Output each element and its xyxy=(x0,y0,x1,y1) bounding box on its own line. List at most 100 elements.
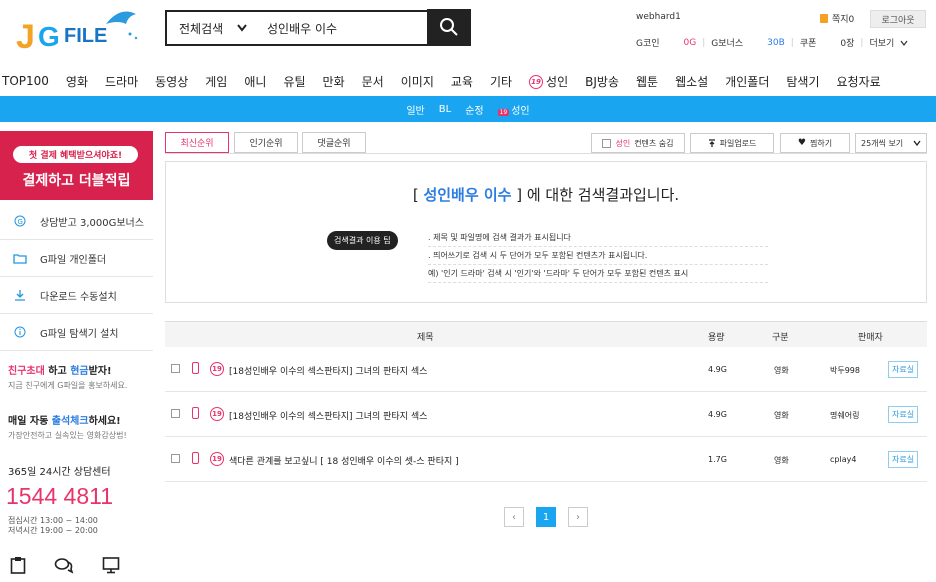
hide-adult-toggle[interactable]: 성인 컨텐츠 숨김 xyxy=(591,133,685,153)
row-seller: 명쉐어링 xyxy=(830,411,860,420)
promo-headline: 결제하고 더블적립 xyxy=(22,173,131,189)
page-1-button[interactable]: 1 xyxy=(536,507,556,527)
main-nav: TOP100 영화 드라마 동영상 게임 애니 유틸 만화 문서 이미지 교육 … xyxy=(0,68,936,94)
table-row[interactable]: 19 [18성인배우 이수의 섹스판타지] 그녀의 판타지 섹스 4.9G 영화… xyxy=(165,347,927,392)
gbonus-value: 30B xyxy=(767,37,785,48)
invite-friend-banner[interactable]: 친구초대 하고 현금받자! 지금 친구에게 G파일을 홍보하세요. xyxy=(8,362,127,391)
row-seller: cplay4 xyxy=(830,455,857,464)
chevron-down-icon xyxy=(913,140,921,146)
checkin-banner[interactable]: 매일 자동 출석체크하세요! 가장안전하고 실속있는 영화감상법! xyxy=(8,412,127,441)
nav-education[interactable]: 교육 xyxy=(451,73,473,90)
hide-adult-prefix: 성인 xyxy=(615,138,631,148)
tab-comments[interactable]: 댓글순위 xyxy=(302,132,366,153)
nav-util[interactable]: 유틸 xyxy=(283,73,305,90)
sidebar-item-explorer-install[interactable]: G파일 탐색기 설치 xyxy=(0,314,153,351)
subnav-sunjeong[interactable]: 순정 xyxy=(465,102,483,117)
table-row[interactable]: 19 색다른 관계를 보고싶니 [ 18 성인배우 이수의 셋-스 판타지 ] … xyxy=(165,437,927,482)
gcoin-value: 0G xyxy=(683,37,697,48)
nav-request[interactable]: 요청자료 xyxy=(837,73,881,90)
nav-personal-folder[interactable]: 개인폴더 xyxy=(725,73,769,90)
result-title-pre: [ xyxy=(412,186,424,204)
row-title[interactable]: [18성인배우 이수의 섹스판타지] 그녀의 판타지 섹스 xyxy=(229,364,427,377)
row-size: 4.9G xyxy=(708,410,727,419)
page-size-value: 25개씩 보기 xyxy=(861,138,904,148)
notes-link[interactable]: 쪽지0 xyxy=(820,12,854,25)
nav-bj[interactable]: BJ방송 xyxy=(585,73,619,90)
svg-text:FILE: FILE xyxy=(64,25,107,47)
nav-etc[interactable]: 기타 xyxy=(490,73,512,90)
nav-webtoon[interactable]: 웹툰 xyxy=(636,73,658,90)
monitor-icon[interactable] xyxy=(102,556,120,574)
mobile-icon xyxy=(192,407,199,419)
checkbox[interactable] xyxy=(602,138,612,148)
chat-icon[interactable] xyxy=(54,556,74,574)
invite-title-b: 하고 xyxy=(44,366,71,377)
row-title[interactable]: [18성인배우 이수의 섹스판타지] 그녀의 판타지 섹스 xyxy=(229,409,427,422)
row-checkbox[interactable] xyxy=(171,409,180,418)
nav-webnovel[interactable]: 웹소설 xyxy=(675,73,708,90)
nav-explorer[interactable]: 탐색기 xyxy=(786,73,819,90)
logout-button[interactable]: 로그아웃 xyxy=(870,10,926,28)
adult-19-icon: 19 xyxy=(210,407,224,421)
table-row[interactable]: 19 [18성인배우 이수의 섹스판타지] 그녀의 판타지 섹스 4.9G 영화… xyxy=(165,392,927,437)
row-badge[interactable]: 자료실 xyxy=(888,361,919,378)
page-size-select[interactable]: 25개씩 보기 xyxy=(855,133,927,153)
sidebar-item-consult-bonus[interactable]: G 상담받고 3,000G보너스 xyxy=(0,203,153,240)
chevron-down-icon xyxy=(237,24,247,32)
nav-image[interactable]: 이미지 xyxy=(401,73,434,90)
row-kind: 영화 xyxy=(774,411,789,420)
nav-top100[interactable]: TOP100 xyxy=(2,74,49,88)
nav-movie[interactable]: 영화 xyxy=(66,73,88,90)
row-checkbox[interactable] xyxy=(171,364,180,373)
row-badge[interactable]: 자료실 xyxy=(888,406,919,423)
note-icon xyxy=(820,14,828,23)
row-seller: 박두998 xyxy=(830,366,860,375)
checkin-subtitle: 가장안전하고 실속있는 영화감상법! xyxy=(8,431,127,440)
tab-latest[interactable]: 최신순위 xyxy=(165,132,229,153)
result-title: [ 성인배우 이수 ] 에 대한 검색결과입니다. xyxy=(166,184,926,205)
row-kind: 영화 xyxy=(774,456,789,465)
adult-19-icon: 19 xyxy=(210,362,224,376)
nav-anime[interactable]: 애니 xyxy=(244,73,266,90)
sidebar-item-personal-folder[interactable]: G파일 개인폴더 xyxy=(0,240,153,277)
tab-popular[interactable]: 인기순위 xyxy=(234,132,298,153)
col-title: 제목 xyxy=(417,333,434,343)
dinner-hours: 저녁시간 19:00 ~ 20:00 xyxy=(8,526,98,535)
result-keyword: 성인배우 이수 xyxy=(423,186,512,204)
prev-page-button[interactable]: ‹ xyxy=(504,507,524,527)
sidebar-item-manual-install[interactable]: 다운로드 수동설치 xyxy=(0,277,153,314)
notes-label: 쪽지0 xyxy=(832,15,855,25)
row-title[interactable]: 색다른 관계를 보고싶니 [ 18 성인배우 이수의 셋-스 판타지 ] xyxy=(229,454,459,467)
more-link[interactable]: 더보기 xyxy=(869,36,894,49)
gbonus-label: G보너스 xyxy=(711,39,744,49)
invite-title-d: 받자! xyxy=(88,366,112,377)
support-hours: 점심시간 13:00 ~ 14:00 저녁시간 19:00 ~ 20:00 xyxy=(8,516,98,536)
nav-comic[interactable]: 만화 xyxy=(323,73,345,90)
nav-adult[interactable]: 19 성인 xyxy=(529,73,568,90)
row-checkbox[interactable] xyxy=(171,454,180,463)
checkin-title-c: 하세요! xyxy=(88,416,121,427)
search-input[interactable]: 성인배우 이수 xyxy=(267,20,427,37)
search-button[interactable] xyxy=(427,9,471,45)
next-page-button[interactable]: › xyxy=(568,507,588,527)
svg-text:G: G xyxy=(18,218,23,226)
favorite-button[interactable]: ♥ 찜하기 xyxy=(780,133,850,153)
upload-label: 파일업로드 xyxy=(719,138,757,148)
sidebar-item-label: 상담받고 3,000G보너스 xyxy=(40,217,144,229)
gfile-logo[interactable]: J G FILE xyxy=(8,2,148,58)
subnav-bl[interactable]: BL xyxy=(439,104,451,115)
folder-icon xyxy=(0,253,40,264)
nav-drama[interactable]: 드라마 xyxy=(105,73,138,90)
chevron-down-icon xyxy=(900,40,908,46)
search-category-select[interactable]: 전체검색 xyxy=(167,20,267,37)
subnav-adult[interactable]: 19 성인 xyxy=(497,102,530,117)
clipboard-icon[interactable] xyxy=(10,556,26,574)
nav-video[interactable]: 동영상 xyxy=(155,73,188,90)
sidebar-item-label: G파일 개인폴더 xyxy=(40,254,107,266)
upload-button[interactable]: 파일업로드 xyxy=(690,133,774,153)
nav-document[interactable]: 문서 xyxy=(362,73,384,90)
promo-banner[interactable]: 첫 결제 혜택받으셔야죠! 결제하고 더블적립 xyxy=(0,131,153,200)
subnav-general[interactable]: 일반 xyxy=(406,102,424,117)
row-badge[interactable]: 자료실 xyxy=(888,451,919,468)
nav-game[interactable]: 게임 xyxy=(205,73,227,90)
